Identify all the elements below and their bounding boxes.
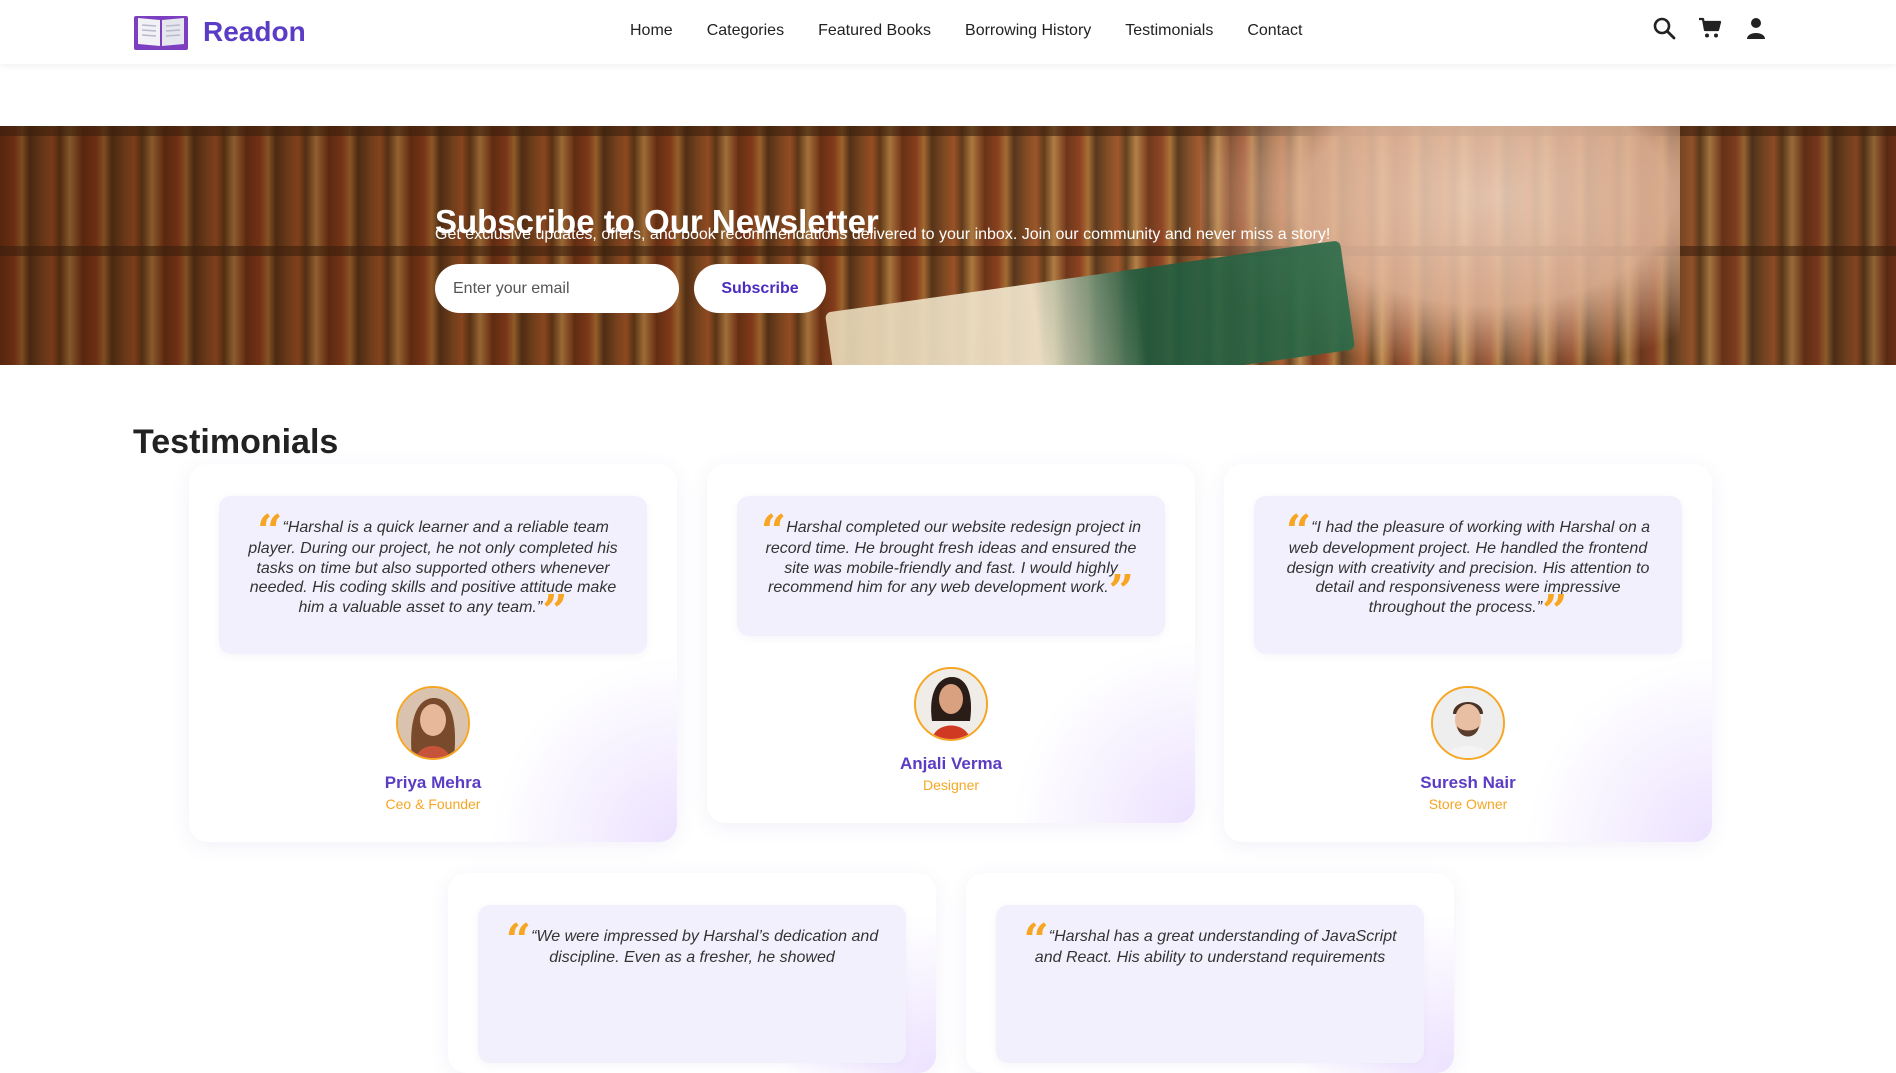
logo-link[interactable]: Readon xyxy=(133,12,306,52)
person-role: Designer xyxy=(922,777,980,793)
main-nav: Home Categories Featured Books Borrowing… xyxy=(630,0,1336,62)
avatar xyxy=(1431,686,1505,760)
quote-open-icon: “ xyxy=(1285,506,1312,557)
quote-open-icon: “ xyxy=(257,506,283,557)
person-name: Priya Mehra xyxy=(384,773,482,792)
email-input[interactable] xyxy=(435,264,679,313)
avatar xyxy=(396,686,470,760)
nav-testimonials[interactable]: Testimonials xyxy=(1125,22,1213,40)
open-book-icon xyxy=(134,16,188,50)
nav-featured-books[interactable]: Featured Books xyxy=(818,22,931,40)
testimonials-heading: Testimonials xyxy=(133,423,339,461)
quote-open-icon: “ xyxy=(1023,915,1049,966)
user-icon[interactable] xyxy=(1744,16,1768,40)
nav-categories[interactable]: Categories xyxy=(707,22,784,40)
cart-icon[interactable] xyxy=(1698,16,1722,40)
testimonial-quote-box: “Harshal completed our website redesign … xyxy=(737,496,1165,636)
search-icon[interactable] xyxy=(1652,16,1676,40)
nav-contact[interactable]: Contact xyxy=(1247,22,1302,40)
nav-borrowing-history[interactable]: Borrowing History xyxy=(965,22,1091,40)
testimonial-quote-box: ““Harshal has a great understanding of J… xyxy=(996,905,1424,1063)
person-name: Anjali Verma xyxy=(899,754,1003,773)
testimonial-quote-box: ““Harshal is a quick learner and a relia… xyxy=(219,496,647,654)
testimonial-card: ““Harshal has a great understanding of J… xyxy=(966,873,1454,1073)
newsletter-description: Get exclusive updates, offers, and book … xyxy=(435,226,1331,243)
avatar xyxy=(914,667,988,741)
open-book-background-image xyxy=(824,240,1356,365)
person-role: Store Owner xyxy=(1428,796,1508,812)
quote-open-icon: “ xyxy=(760,506,787,557)
testimonial-card: ““Harshal is a quick learner and a relia… xyxy=(189,464,677,842)
site-header: Readon Home Categories Featured Books Bo… xyxy=(0,0,1896,64)
testimonial-quote: “I had the pleasure of working with Hars… xyxy=(1286,519,1651,616)
testimonial-quote-box: ““I had the pleasure of working with Har… xyxy=(1254,496,1682,654)
testimonial-quote: Harshal completed our website redesign p… xyxy=(765,519,1142,597)
testimonial-quote: “We were impressed by Harshal’s dedicati… xyxy=(531,928,879,966)
nav-home[interactable]: Home xyxy=(630,22,673,40)
testimonial-quote: “Harshal has a great understanding of Ja… xyxy=(1034,928,1397,966)
quote-close-icon: ” xyxy=(1108,566,1134,618)
testimonial-card: “Harshal completed our website redesign … xyxy=(707,464,1195,823)
testimonial-card: ““We were impressed by Harshal’s dedicat… xyxy=(448,873,936,1073)
newsletter-banner xyxy=(0,126,1896,365)
person-name: Suresh Nair xyxy=(1420,773,1516,792)
person-role: Ceo & Founder xyxy=(385,796,481,812)
quote-close-icon: ” xyxy=(1542,585,1568,637)
testimonial-card: ““I had the pleasure of working with Har… xyxy=(1224,464,1712,842)
header-actions xyxy=(1652,16,1768,40)
quote-open-icon: “ xyxy=(505,915,532,966)
quote-close-icon: ” xyxy=(542,585,568,637)
testimonial-quote-box: ““We were impressed by Harshal’s dedicat… xyxy=(478,905,906,1063)
logo-text: Readon xyxy=(203,16,306,47)
subscribe-button[interactable]: Subscribe xyxy=(694,264,826,313)
